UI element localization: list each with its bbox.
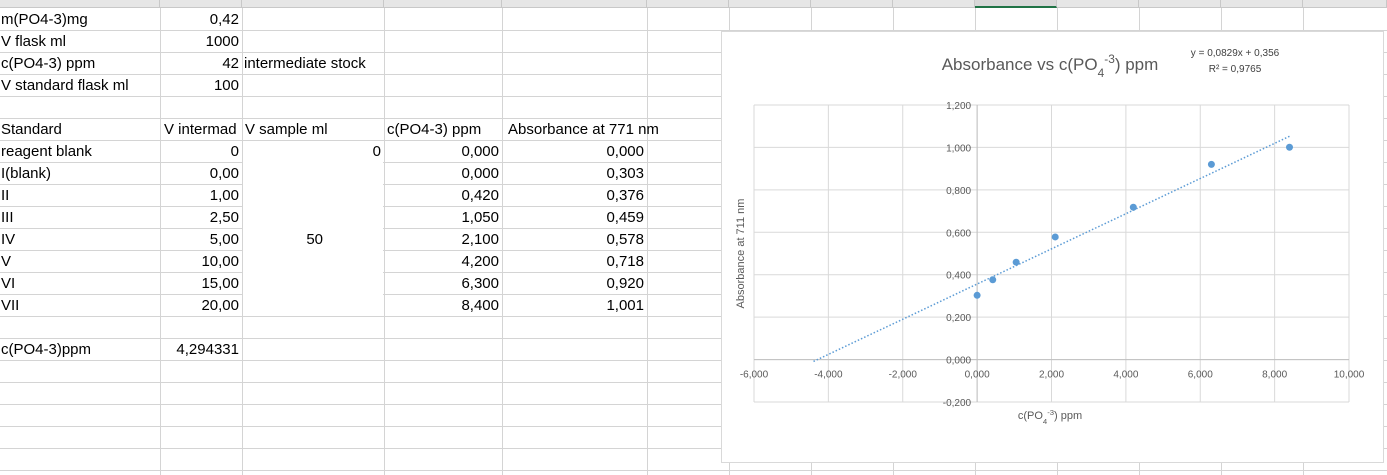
cell-b7[interactable]: 0 [160,141,239,163]
cell-d9[interactable]: 0,420 [384,185,499,207]
x-tick-label: 4,000 [1113,370,1138,381]
cell-a13[interactable]: VI [0,273,15,295]
data-point [973,291,981,299]
cell-a11[interactable]: IV [0,229,15,251]
cell-e14[interactable]: 1,001 [502,295,644,317]
cell-a1[interactable]: m(PO4-3)mg [0,9,88,31]
cell-e11[interactable]: 0,578 [502,229,644,251]
cell-a8[interactable]: I(blank) [0,163,51,185]
data-point [1051,233,1059,241]
y-tick-label: 1,200 [946,101,971,112]
column-header-m[interactable] [1221,0,1303,8]
cell-d8[interactable]: 0,000 [384,163,499,185]
chart-title: Absorbance vs c(PO4-3) ppm [942,52,1159,80]
cell-a6[interactable]: Standard [0,119,62,141]
cell-e9[interactable]: 0,376 [502,185,644,207]
cell-b12[interactable]: 10,00 [160,251,239,273]
cell-b14[interactable]: 20,00 [160,295,239,317]
column-header-l[interactable] [1139,0,1221,8]
cell-e10[interactable]: 0,459 [502,207,644,229]
data-point [1286,143,1293,151]
cell-a10[interactable]: III [0,207,14,229]
cell-b16[interactable]: 4,294331 [160,339,239,361]
cell-a12[interactable]: V [0,251,11,273]
cell-b4[interactable]: 100 [160,75,239,97]
column-header-h[interactable] [811,0,893,8]
y-tick-label: 0,000 [946,356,971,367]
y-axis-title: Absorbance at 711 nm [735,199,747,309]
cell-b6[interactable]: V intermad [163,119,237,141]
cell-b11[interactable]: 5,00 [160,229,239,251]
cell-e8[interactable]: 0,303 [502,163,644,185]
cell-b2[interactable]: 1000 [160,31,239,53]
data-point [1012,258,1020,266]
column-header-i[interactable] [893,0,975,8]
cell-b8[interactable]: 0,00 [160,163,239,185]
x-tick-label: -4,000 [814,370,843,381]
cell-d10[interactable]: 1,050 [384,207,499,229]
cell-b1[interactable]: 0,42 [160,9,239,31]
cell-d11[interactable]: 2,100 [384,229,499,251]
cell-b13[interactable]: 15,00 [160,273,239,295]
column-header-n[interactable] [1303,0,1387,8]
y-tick-label: -0,200 [943,398,972,409]
cell-a16[interactable]: c(PO4-3)ppm [0,339,91,361]
column-header-e[interactable] [502,0,647,8]
y-tick-label: 0,400 [946,271,971,282]
x-tick-label: 2,000 [1039,370,1064,381]
column-header-j[interactable] [975,0,1057,8]
column-header-b[interactable] [160,0,242,8]
x-tick-label: 0,000 [965,370,990,381]
cell-e12[interactable]: 0,718 [502,251,644,273]
chart-plot: -6,000 -4,000 -2,000 0,000 2,000 4,000 6,000 8,… [735,48,1365,426]
scatter-chart[interactable]: -6,000 -4,000 -2,000 0,000 2,000 4,000 6,000 8,… [721,31,1384,463]
column-header-a[interactable] [0,0,160,8]
cell-c6[interactable]: V sample ml [244,119,328,141]
cell-a2[interactable]: V flask ml [0,31,66,53]
data-point [1207,160,1215,168]
cell-a9[interactable]: II [0,185,9,207]
data-point [1129,203,1137,211]
cell-a7[interactable]: reagent blank [0,141,92,163]
cell-c11[interactable]: 50 [242,229,323,251]
x-tick-label: -6,000 [740,370,769,381]
x-tick-label: 6,000 [1188,370,1213,381]
cell-c7[interactable]: 0 [242,141,381,163]
r-squared-label: R² = 0,9765 [1209,64,1262,75]
data-point [989,276,997,284]
cell-d14[interactable]: 8,400 [384,295,499,317]
column-header-g[interactable] [729,0,811,8]
cell-d7[interactable]: 0,000 [384,141,499,163]
x-axis-title: c(PO4-3) ppm [1018,408,1082,426]
cell-d12[interactable]: 4,200 [384,251,499,273]
y-tick-label: 0,600 [946,228,971,239]
cell-e7[interactable]: 0,000 [502,141,644,163]
cell-d6[interactable]: c(PO4-3) ppm [386,119,481,141]
x-tick-label: -2,000 [889,370,918,381]
trendline-equation: y = 0,0829x + 0,356 [1191,48,1280,59]
column-header-k[interactable] [1057,0,1139,8]
cell-d13[interactable]: 6,300 [384,273,499,295]
cell-a4[interactable]: V standard flask ml [0,75,129,97]
x-tick-label: 10,000 [1334,370,1365,381]
column-header-f[interactable] [647,0,729,8]
column-header-c[interactable] [242,0,384,8]
x-tick-label: 8,000 [1262,370,1287,381]
y-tick-label: 1,000 [946,143,971,154]
cell-b9[interactable]: 1,00 [160,185,239,207]
column-header-d[interactable] [384,0,502,8]
cell-e13[interactable]: 0,920 [502,273,644,295]
cell-a14[interactable]: VII [0,295,19,317]
cell-b3[interactable]: 42 [160,53,239,75]
cell-a3[interactable]: c(PO4-3) ppm [0,53,95,75]
cell-b10[interactable]: 2,50 [160,207,239,229]
cell-c3[interactable]: intermediate stock [243,53,366,75]
y-tick-label: 0,800 [946,186,971,197]
spreadsheet-grid[interactable]: m(PO4-3)mg 0,42 V flask ml 1000 c(PO4-3)… [0,0,1387,475]
cell-e6[interactable]: Absorbance at 771 nm [507,119,659,141]
y-tick-label: 0,200 [946,313,971,324]
